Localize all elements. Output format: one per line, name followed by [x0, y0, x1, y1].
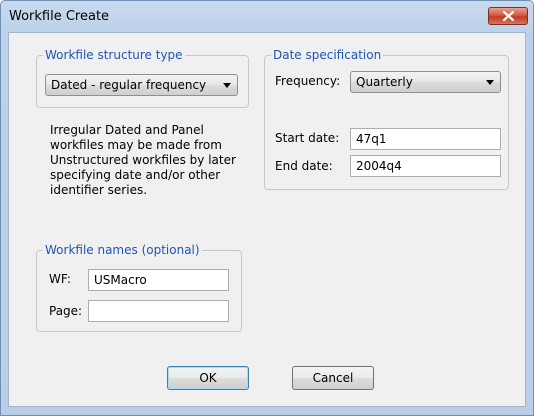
date-specification-legend: Date specification [273, 48, 382, 62]
page-name-input[interactable] [88, 300, 229, 322]
dialog-client-area: Workfile structure type Dated - regular … [8, 32, 526, 407]
workfile-create-dialog: Workfile Create Workfile structure type … [0, 0, 534, 416]
structure-type-value: Dated - regular frequency [51, 78, 207, 92]
structure-type-dropdown[interactable]: Dated - regular frequency [45, 74, 238, 96]
chevron-down-icon [486, 80, 494, 85]
end-date-label: End date: [275, 159, 333, 173]
start-date-value: 47q1 [356, 132, 387, 146]
wf-label: WF: [49, 272, 71, 286]
end-date-value: 2004q4 [356, 159, 402, 173]
start-date-input[interactable]: 47q1 [350, 128, 501, 150]
wf-name-input[interactable]: USMacro [88, 269, 229, 291]
workfile-names-legend: Workfile names (optional) [45, 243, 200, 257]
structure-note: Irregular Dated and Panel workfiles may … [50, 123, 236, 197]
cancel-button[interactable]: Cancel [292, 366, 374, 390]
page-label: Page: [49, 304, 83, 318]
frequency-value: Quarterly [356, 75, 413, 89]
ok-button[interactable]: OK [167, 366, 249, 390]
window-title: Workfile Create [9, 9, 110, 24]
close-icon [503, 11, 514, 21]
wf-name-value: USMacro [94, 273, 147, 287]
start-date-label: Start date: [275, 131, 340, 145]
frequency-label: Frequency: [275, 74, 341, 88]
frequency-dropdown[interactable]: Quarterly [350, 71, 501, 93]
end-date-input[interactable]: 2004q4 [350, 155, 501, 177]
title-bar[interactable]: Workfile Create [1, 1, 533, 33]
structure-type-legend: Workfile structure type [45, 48, 183, 62]
chevron-down-icon [223, 83, 231, 88]
close-button[interactable] [488, 7, 528, 25]
